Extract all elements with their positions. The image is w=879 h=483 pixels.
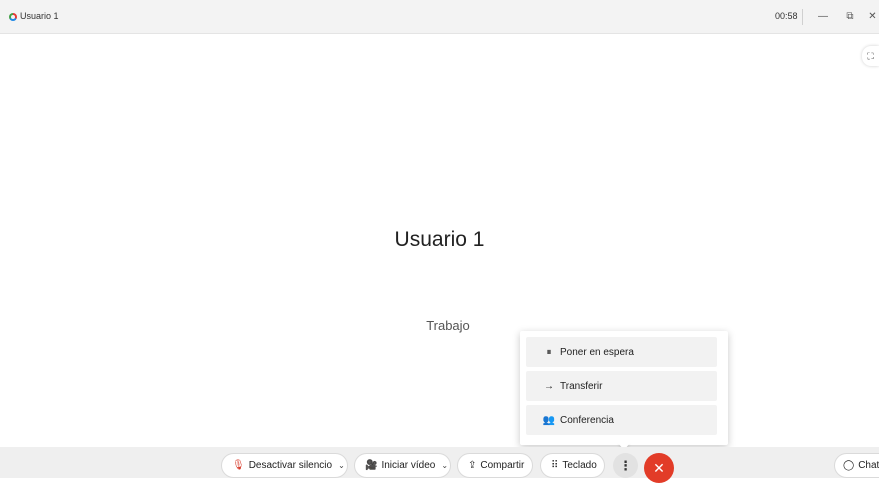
- hang-up-button[interactable]: ✕: [644, 453, 674, 483]
- chevron-down-icon[interactable]: ⌄: [338, 461, 345, 470]
- hang-up-icon: ✕: [653, 459, 665, 476]
- window-title: Usuario 1: [20, 11, 59, 21]
- call-timer: 00:58: [775, 11, 798, 21]
- chat-label: Chat: [858, 460, 879, 471]
- fullscreen-icon: ⛶: [867, 51, 874, 61]
- menu-item-label: Transferir: [560, 380, 603, 392]
- close-icon[interactable]: ✕: [866, 8, 879, 26]
- unmute-label: Desactivar silencio: [248, 460, 333, 471]
- more-options-button[interactable]: ⋮: [613, 453, 638, 478]
- contact-name: Usuario 1: [394, 228, 485, 251]
- keypad-label: Teclado: [562, 460, 597, 471]
- start-video-button[interactable]: 🎥 Iniciar vídeo ⌄: [354, 453, 451, 478]
- more-vertical-icon: ⋮: [619, 457, 632, 473]
- menu-item-conference[interactable]: 👥 Conferencia: [526, 405, 717, 435]
- share-icon: ⇪: [468, 460, 477, 471]
- chat-bubble-icon: ◯: [843, 460, 855, 471]
- titlebar-divider: [802, 9, 803, 25]
- fullscreen-button[interactable]: ⛶: [862, 46, 879, 66]
- more-options-menu: ⏸ Poner en espera → Transferir 👥 Confere…: [520, 331, 728, 445]
- unmute-button[interactable]: 🎙 Desactivar silencio ⌄: [221, 453, 348, 478]
- menu-item-label: Conferencia: [560, 414, 614, 426]
- conference-people-icon: 👥: [542, 414, 556, 426]
- menu-item-label: Poner en espera: [560, 346, 634, 358]
- chat-button[interactable]: ◯ Chat: [834, 453, 879, 478]
- menu-item-transfer[interactable]: → Transferir: [526, 371, 717, 401]
- keypad-button[interactable]: ⠿ Teclado: [540, 453, 605, 478]
- share-label: Compartir: [480, 460, 525, 471]
- transfer-arrow-icon: →: [544, 380, 554, 392]
- chevron-down-icon[interactable]: ⌄: [441, 461, 448, 470]
- contact-label: Trabajo: [426, 318, 470, 333]
- call-toolbar: 🎙 Desactivar silencio ⌄ 🎥 Iniciar vídeo …: [0, 447, 879, 483]
- microphone-muted-icon: 🎙: [232, 460, 245, 471]
- keypad-icon: ⠿: [551, 460, 559, 471]
- start-video-label: Iniciar vídeo: [381, 460, 436, 471]
- window-titlebar: Usuario 1 00:58 — ⧉ ✕: [0, 0, 879, 34]
- hold-icon: ⏸: [546, 346, 552, 358]
- minimize-icon[interactable]: —: [813, 8, 833, 26]
- app-logo-icon: [9, 13, 17, 21]
- restore-icon[interactable]: ⧉: [840, 8, 860, 26]
- share-button[interactable]: ⇪ Compartir: [457, 453, 533, 478]
- menu-item-hold[interactable]: ⏸ Poner en espera: [526, 337, 717, 367]
- video-camera-icon: 🎥: [365, 460, 378, 471]
